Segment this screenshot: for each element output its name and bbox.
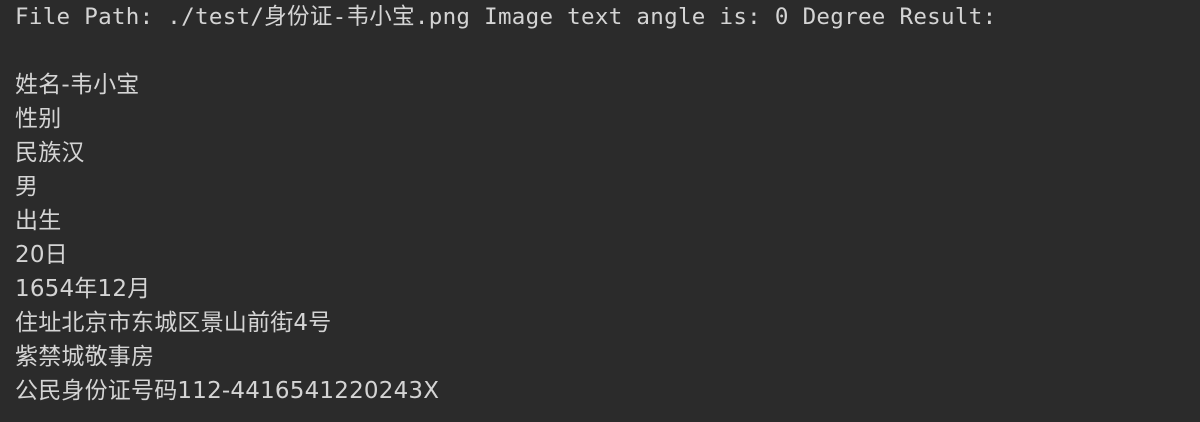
result-line-name: 姓名-韦小宝 — [15, 72, 140, 98]
result-line-day: 20日 — [15, 242, 68, 268]
result-line-address-detail: 紫禁城敬事房 — [15, 344, 155, 370]
result-line-id-number: 公民身份证号码112-4416541220243X — [15, 378, 440, 404]
result-line-birth-label: 出生 — [15, 208, 62, 234]
terminal-output[interactable]: File Path: ./test/身份证-韦小宝.png Image text… — [0, 0, 1200, 422]
result-line-ethnicity: 民族汉 — [15, 140, 85, 166]
result-line-gender-label: 性别 — [15, 106, 62, 132]
result-line-year-month: 1654年12月 — [15, 276, 151, 302]
result-line-gender: 男 — [15, 174, 39, 200]
result-line-address: 住址北京市东城区景山前街4号 — [15, 310, 332, 336]
file-path-header: File Path: ./test/身份证-韦小宝.png Image text… — [15, 4, 997, 30]
